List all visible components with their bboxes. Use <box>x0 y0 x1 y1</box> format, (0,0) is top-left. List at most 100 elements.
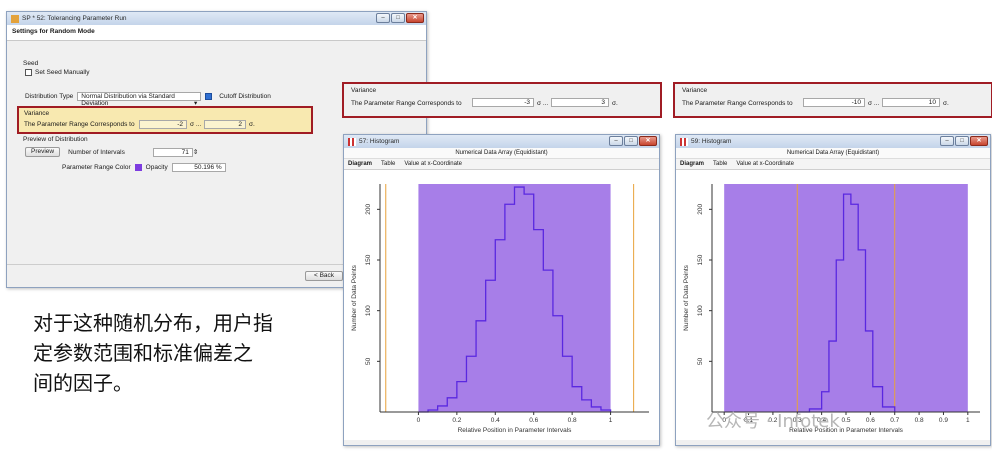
tab-diagram[interactable]: Diagram <box>680 161 704 167</box>
x-tick-label: 0 <box>417 417 421 424</box>
y-tick-label: 50 <box>697 357 704 365</box>
seed-group-label: Seed <box>23 60 39 67</box>
window-title: SP * 52: Tolerancing Parameter Run <box>22 15 127 22</box>
close-button[interactable]: ✕ <box>639 136 657 146</box>
variance-panel-3sigma: Variance The Parameter Range Corresponds… <box>342 82 662 118</box>
watermark: 公众号 · Infotek <box>706 411 840 432</box>
distribution-type-label: Distribution Type <box>25 93 74 100</box>
variance-label: The Parameter Range Corresponds to <box>682 100 793 107</box>
variance-highlight: Variance The Parameter Range Corresponds… <box>17 106 313 134</box>
y-tick-label: 200 <box>697 204 704 215</box>
window-titlebar: SP * 52: Tolerancing Parameter Run ‒ □ ✕ <box>7 12 426 25</box>
x-axis-label: Relative Position in Parameter Intervals <box>458 427 573 434</box>
maximize-button[interactable]: □ <box>391 13 405 23</box>
cutoff-label: Cutoff Distribution <box>219 93 271 100</box>
y-axis-label: Number of Data Points <box>683 264 690 331</box>
variance-low-input[interactable]: -2 <box>139 120 187 129</box>
y-tick-label: 100 <box>365 305 372 316</box>
window-titlebar: 57: Histogram ‒ □ ✕ <box>344 135 659 148</box>
variance-unit: σ. <box>943 100 949 107</box>
tab-value-at-x[interactable]: Value at x-Coordinate <box>404 161 462 167</box>
parameter-range-band <box>418 184 611 412</box>
caption-line: 对于这种随机分布，用户指 <box>33 311 273 335</box>
variance-mid-text: σ ... <box>868 100 880 107</box>
y-tick-label: 150 <box>697 254 704 265</box>
cutoff-checkbox[interactable] <box>205 93 213 100</box>
x-tick-label: 1 <box>609 417 613 424</box>
variance-unit: σ. <box>612 100 618 107</box>
x-tick-label: 0.9 <box>939 417 948 424</box>
preview-button[interactable]: Preview <box>25 147 61 157</box>
opacity-input[interactable]: 50.196 % <box>171 163 226 172</box>
caption-line: 间的因子。 <box>33 371 133 395</box>
range-color-swatch[interactable] <box>134 164 142 171</box>
x-tick-label: 0.8 <box>568 417 577 424</box>
y-tick-label: 200 <box>365 204 372 215</box>
variance-label: The Parameter Range Corresponds to <box>351 100 462 107</box>
tab-diagram[interactable]: Diagram <box>348 161 372 167</box>
close-button[interactable]: ✕ <box>970 136 988 146</box>
histogram-tabs: Diagram Table Value at x-Coordinate <box>344 159 659 170</box>
page-title: Settings for Random Mode <box>7 25 426 41</box>
variance-panel-10sigma: Variance The Parameter Range Corresponds… <box>673 82 992 118</box>
variance-high-input[interactable]: 2 <box>204 120 246 129</box>
maximize-button[interactable]: □ <box>624 136 638 146</box>
app-icon <box>11 14 19 23</box>
window-title: 57: Histogram <box>359 138 400 145</box>
histogram-icon <box>680 137 688 146</box>
y-tick-label: 150 <box>365 254 372 265</box>
back-button[interactable]: < Back <box>305 271 343 281</box>
close-button[interactable]: ✕ <box>406 13 424 23</box>
x-tick-label: 0.6 <box>866 417 875 424</box>
histogram-header: Numerical Data Array (Equidistant) <box>344 148 659 159</box>
preview-group-label: Preview of Distribution <box>23 136 88 143</box>
range-color-label: Parameter Range Color <box>62 164 131 171</box>
histogram-icon <box>348 137 356 146</box>
window-titlebar: 59: Histogram ‒ □ ✕ <box>676 135 990 148</box>
variance-group-label: Variance <box>351 87 377 94</box>
variance-label: The Parameter Range Corresponds to <box>24 121 135 128</box>
variance-group-label: Variance <box>682 87 708 94</box>
variance-group-label: Variance <box>24 110 50 117</box>
variance-mid-text: σ ... <box>537 100 549 107</box>
variance-low-input[interactable]: -10 <box>803 98 865 107</box>
x-tick-label: 0.6 <box>529 417 538 424</box>
window-title: 59: Histogram <box>691 138 732 145</box>
variance-unit: σ. <box>249 121 255 128</box>
opacity-label: Opacity <box>145 164 168 171</box>
histogram-chart: 0 0.2 0.4 0.6 0.8 150100150200Relative Positi… <box>344 170 659 440</box>
x-tick-label: 0.5 <box>841 417 850 424</box>
parameter-range-band <box>724 184 968 412</box>
maximize-button[interactable]: □ <box>955 136 969 146</box>
variance-low-input[interactable]: -3 <box>472 98 534 107</box>
spinner-icon[interactable]: ⇕ <box>193 148 198 156</box>
x-tick-label: 0.7 <box>890 417 899 424</box>
y-tick-label: 100 <box>697 305 704 316</box>
tab-table[interactable]: Table <box>381 161 395 167</box>
intervals-input[interactable]: 71 <box>152 147 193 157</box>
minimize-button[interactable]: ‒ <box>940 136 954 146</box>
x-tick-label: 0.2 <box>452 417 461 424</box>
variance-high-input[interactable]: 3 <box>551 98 609 107</box>
histogram-chart: 0 0.1 0.2 0.3 0.4 0.5 0.6 0.7 0.8 0.9 150100150200… <box>676 170 990 440</box>
intervals-label: Number of Intervals <box>68 148 125 156</box>
histogram-window-57: 57: Histogram ‒ □ ✕ Numerical Data Array… <box>343 134 660 446</box>
y-tick-label: 50 <box>365 357 372 365</box>
histogram-header: Numerical Data Array (Equidistant) <box>676 148 990 159</box>
x-tick-label: 1 <box>966 417 970 424</box>
variance-mid-text: σ ... <box>190 121 202 128</box>
tab-value-at-x[interactable]: Value at x-Coordinate <box>736 161 794 167</box>
set-seed-label: Set Seed Manually <box>35 69 90 77</box>
tab-table[interactable]: Table <box>713 161 727 167</box>
variance-high-input[interactable]: 10 <box>882 98 940 107</box>
x-tick-label: 0.4 <box>491 417 500 424</box>
distribution-type-select[interactable]: Normal Distribution via Standard Deviati… <box>77 92 202 107</box>
histogram-tabs: Diagram Table Value at x-Coordinate <box>676 159 990 170</box>
minimize-button[interactable]: ‒ <box>376 13 390 23</box>
minimize-button[interactable]: ‒ <box>609 136 623 146</box>
set-seed-checkbox[interactable] <box>25 69 32 76</box>
x-tick-label: 0.8 <box>915 417 924 424</box>
caption: 对于这种随机分布，用户指 定参数范围和标准偏差之 间的因子。 <box>33 308 333 398</box>
caption-line: 定参数范围和标准偏差之 <box>33 341 253 365</box>
histogram-window-59: 59: Histogram ‒ □ ✕ Numerical Data Array… <box>675 134 991 446</box>
